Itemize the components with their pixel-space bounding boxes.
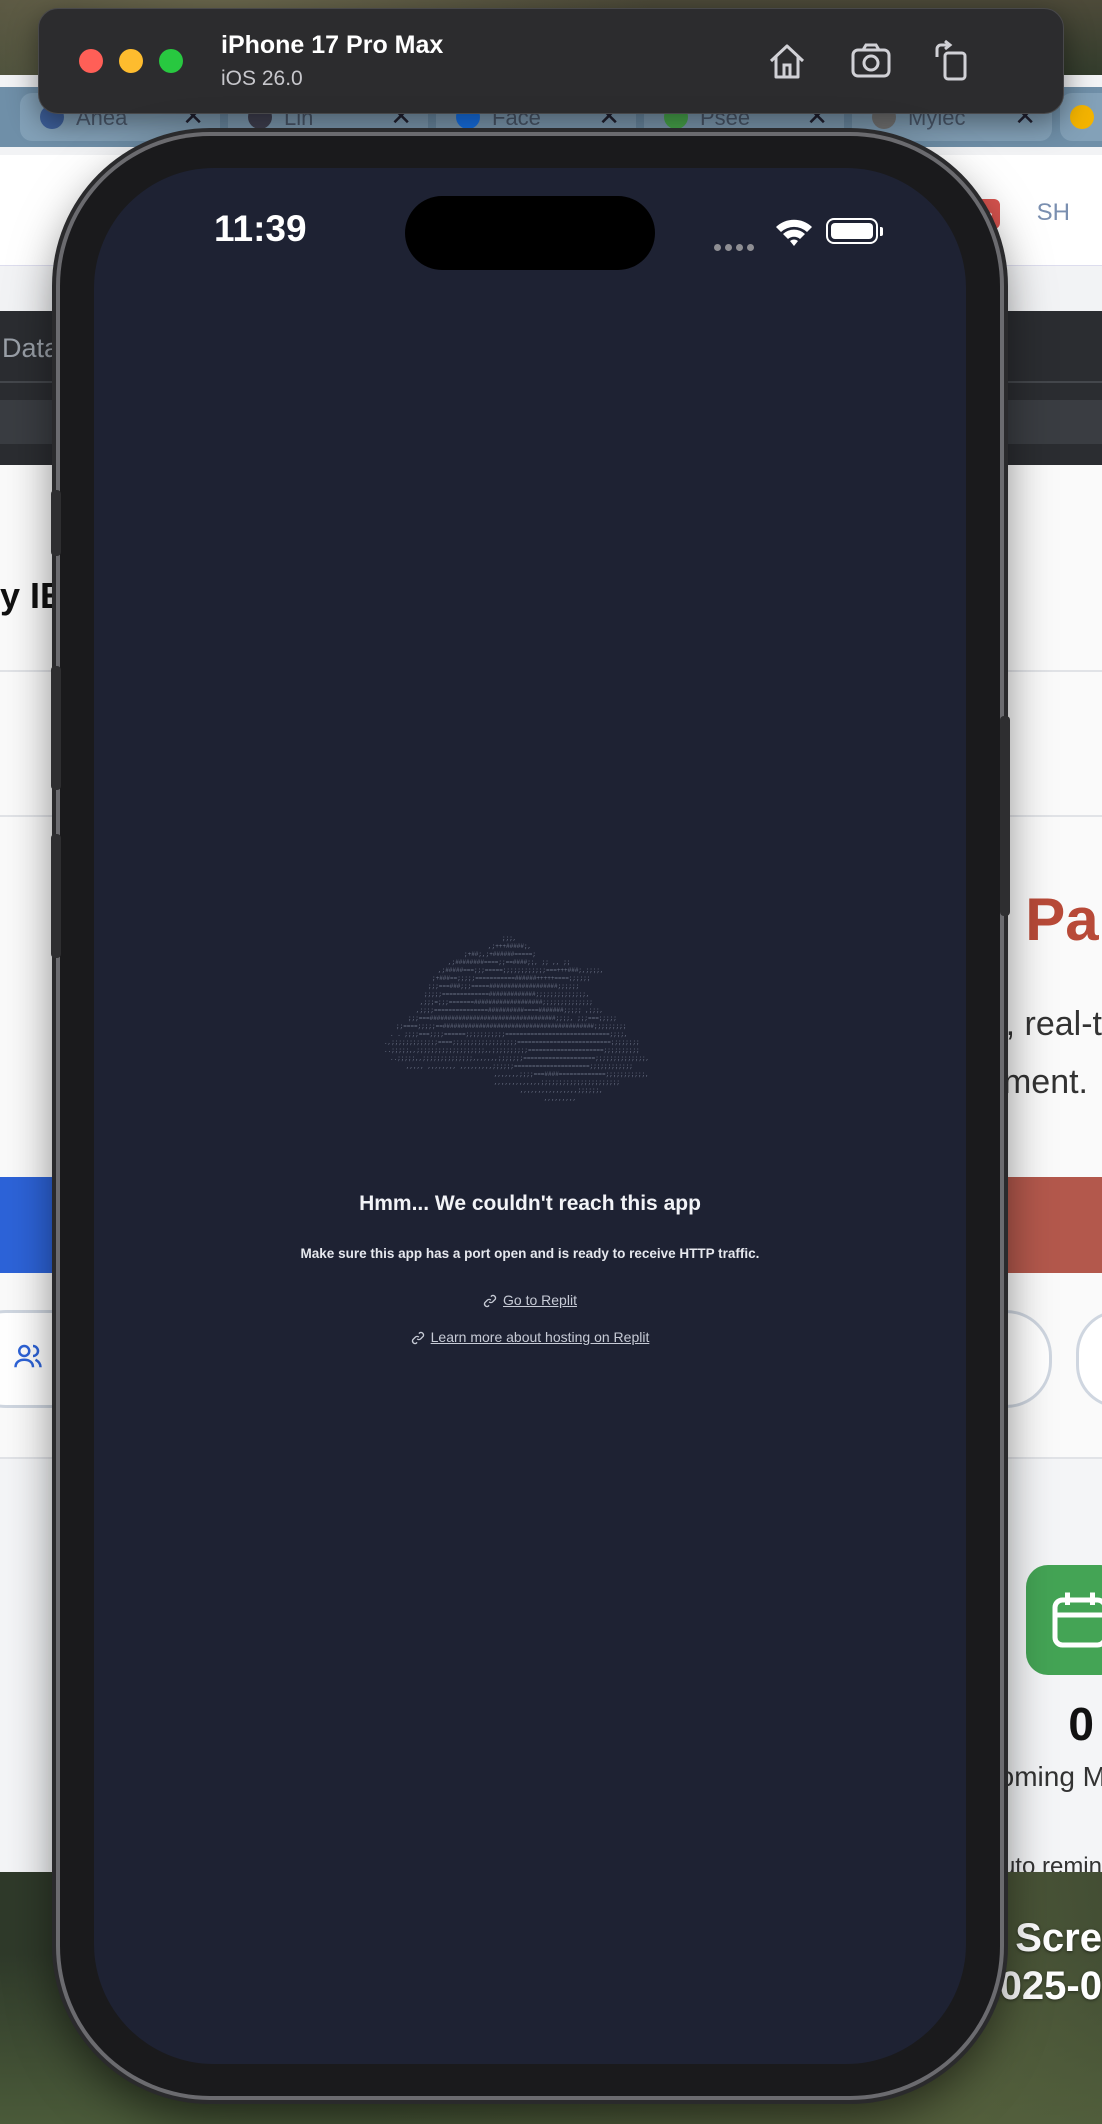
error-message: Make sure this app has a port open and i… (300, 1246, 760, 1261)
battery-icon (826, 218, 878, 244)
cellular-signal-icon (714, 238, 758, 256)
svg-text:,,,,,,,,,: ,,,,,,,,, (544, 1095, 576, 1102)
volume-up-button[interactable] (51, 666, 61, 790)
error-title: Hmm... We couldn't reach this app (359, 1192, 701, 1215)
svg-text:;;====;;;;;==#################: ;;====;;;;;==###########################… (396, 1023, 626, 1030)
svg-text:,;#####===;;;=====;;;;;;;;;;;;: ,;#####===;;;=====;;;;;;;;;;;;===+++###;… (438, 967, 604, 974)
minimize-window-button[interactable] (119, 49, 143, 73)
close-window-button[interactable] (79, 49, 103, 73)
feature-pill[interactable] (1076, 1310, 1102, 1408)
svg-text:;+##;,;+######=====;: ;+##;,;+######=====; (464, 951, 536, 958)
svg-text:;;;===########################: ;;;===##################################… (408, 1015, 617, 1022)
action-button[interactable] (51, 490, 61, 556)
go-to-replit-link[interactable]: Go to Replit (94, 1292, 966, 1308)
simulator-title-bar[interactable]: iPhone 17 Pro Max iOS 26.0 (38, 8, 1064, 114)
svg-text:,,,,, ,,,,,,,, ,,,,,,,,,: ,,,,, ,,,,,,,, ,,,,,,,,,;;;;;;==========… (406, 1063, 633, 1070)
volume-down-button[interactable] (51, 834, 61, 958)
link-icon (411, 1332, 424, 1345)
browser-tab[interactable] (1060, 93, 1102, 141)
svg-text:,,,,,,,;;;;===####============: ,,,,,,,;;;;===####=============;;;;;;;;;… (494, 1071, 649, 1078)
svg-text:,;;;;===============##########: ,;;;;===============##########====######… (416, 1007, 603, 1014)
link-icon (483, 1295, 497, 1308)
stat-value: 0 (1068, 1698, 1094, 1750)
svg-text:,;########====;;==####;;, ;;: ,;########====;;==####;;, ;; ,, ;; (448, 959, 570, 966)
svg-text:.,;;;;;;;;;;;;;====;;;;;;;;;;;: .,;;;;;;;;;;;;;====;;;;;;;;;;;;;;;;;;===… (384, 1039, 640, 1046)
rotate-icon[interactable] (931, 39, 975, 83)
link-label: Learn more about hosting on Replit (430, 1329, 650, 1345)
svg-text:,,,,,,,,,,,,,,,,;;;;;;,: ,,,,,,,,,,,,,,,,;;;;;;, (520, 1087, 603, 1094)
svg-text:;;;,: ;;;, (502, 935, 516, 942)
home-icon[interactable] (765, 39, 809, 83)
link-label: Go to Replit (503, 1292, 577, 1308)
svg-text:,;+++#####;,: ,;+++#####;, (488, 943, 531, 950)
phone-screen[interactable]: 11:39 ;;;, ,;+++#####;, ;+##;,;+######==… (94, 168, 966, 2064)
svg-text:;+###==;;;;;===========######+: ;+###==;;;;;===========######+++++====;;… (432, 975, 590, 982)
wifi-icon (776, 219, 812, 246)
svg-text:;;;===###;;;=====#############: ;;;===###;;;=====###################;;;;… (428, 983, 579, 990)
dynamic-island (405, 196, 655, 270)
calendar-icon (1026, 1565, 1102, 1675)
learn-more-hosting-link[interactable]: Learn more about hosting on Replit (94, 1329, 966, 1345)
svg-text:..;;;;;,,;;;;;;;;;;;;;;;;;;;,,: ..;;;;;,,;;;;;;;;;;;;;;;;;;;,,;;;;;;;;;;… (384, 1047, 640, 1054)
status-bar-time: 11:39 (214, 208, 307, 249)
svg-text:;;;;;=============############: ;;;;;=============#############;;;;;;;;;… (424, 991, 590, 998)
svg-text:,,,,,,,,,,,,,;;;;;;;;;;;;;;;;;: ,,,,,,,,,,,,,;;;;;;;;;;;;;;;;;;;;;; (494, 1079, 620, 1086)
svg-text:,;;;=;;;=======###############: ,;;;=;;;=======###################;;;;;;… (420, 999, 593, 1006)
screenshot-icon[interactable] (849, 39, 893, 83)
wallpaper-label-1: Scre (1015, 1916, 1102, 1960)
hero-title: Par (1025, 886, 1102, 953)
device-name: iPhone 17 Pro Max (221, 31, 444, 59)
os-version: iOS 26.0 (221, 67, 303, 90)
dev-panel-label[interactable]: Data (2, 333, 59, 364)
drive-icon (1070, 105, 1094, 129)
svg-text:. . ;;;;===;;;;======;;;;;;;;: . . ;;;;===;;;;======;;;;;;;;;;;========… (390, 1031, 628, 1038)
power-button[interactable] (1000, 716, 1010, 916)
ascii-cloud-illustration: ;;;, ,;+++#####;, ;+##;,;+######=====; ,… (384, 935, 649, 1102)
users-icon (14, 1344, 42, 1368)
zoom-window-button[interactable] (159, 49, 183, 73)
battery-tip (880, 227, 883, 236)
profile-avatar[interactable]: SH (1037, 199, 1070, 227)
stat-sublabel: Auto remin (985, 1853, 1102, 1872)
svg-text:..;;;;;,,;;;;;;;;;;;;;;,,,,,,,: ..;;;;;,,;;;;;;;;;;;;;;,,,,,,,;;;;;;;===… (390, 1055, 649, 1062)
